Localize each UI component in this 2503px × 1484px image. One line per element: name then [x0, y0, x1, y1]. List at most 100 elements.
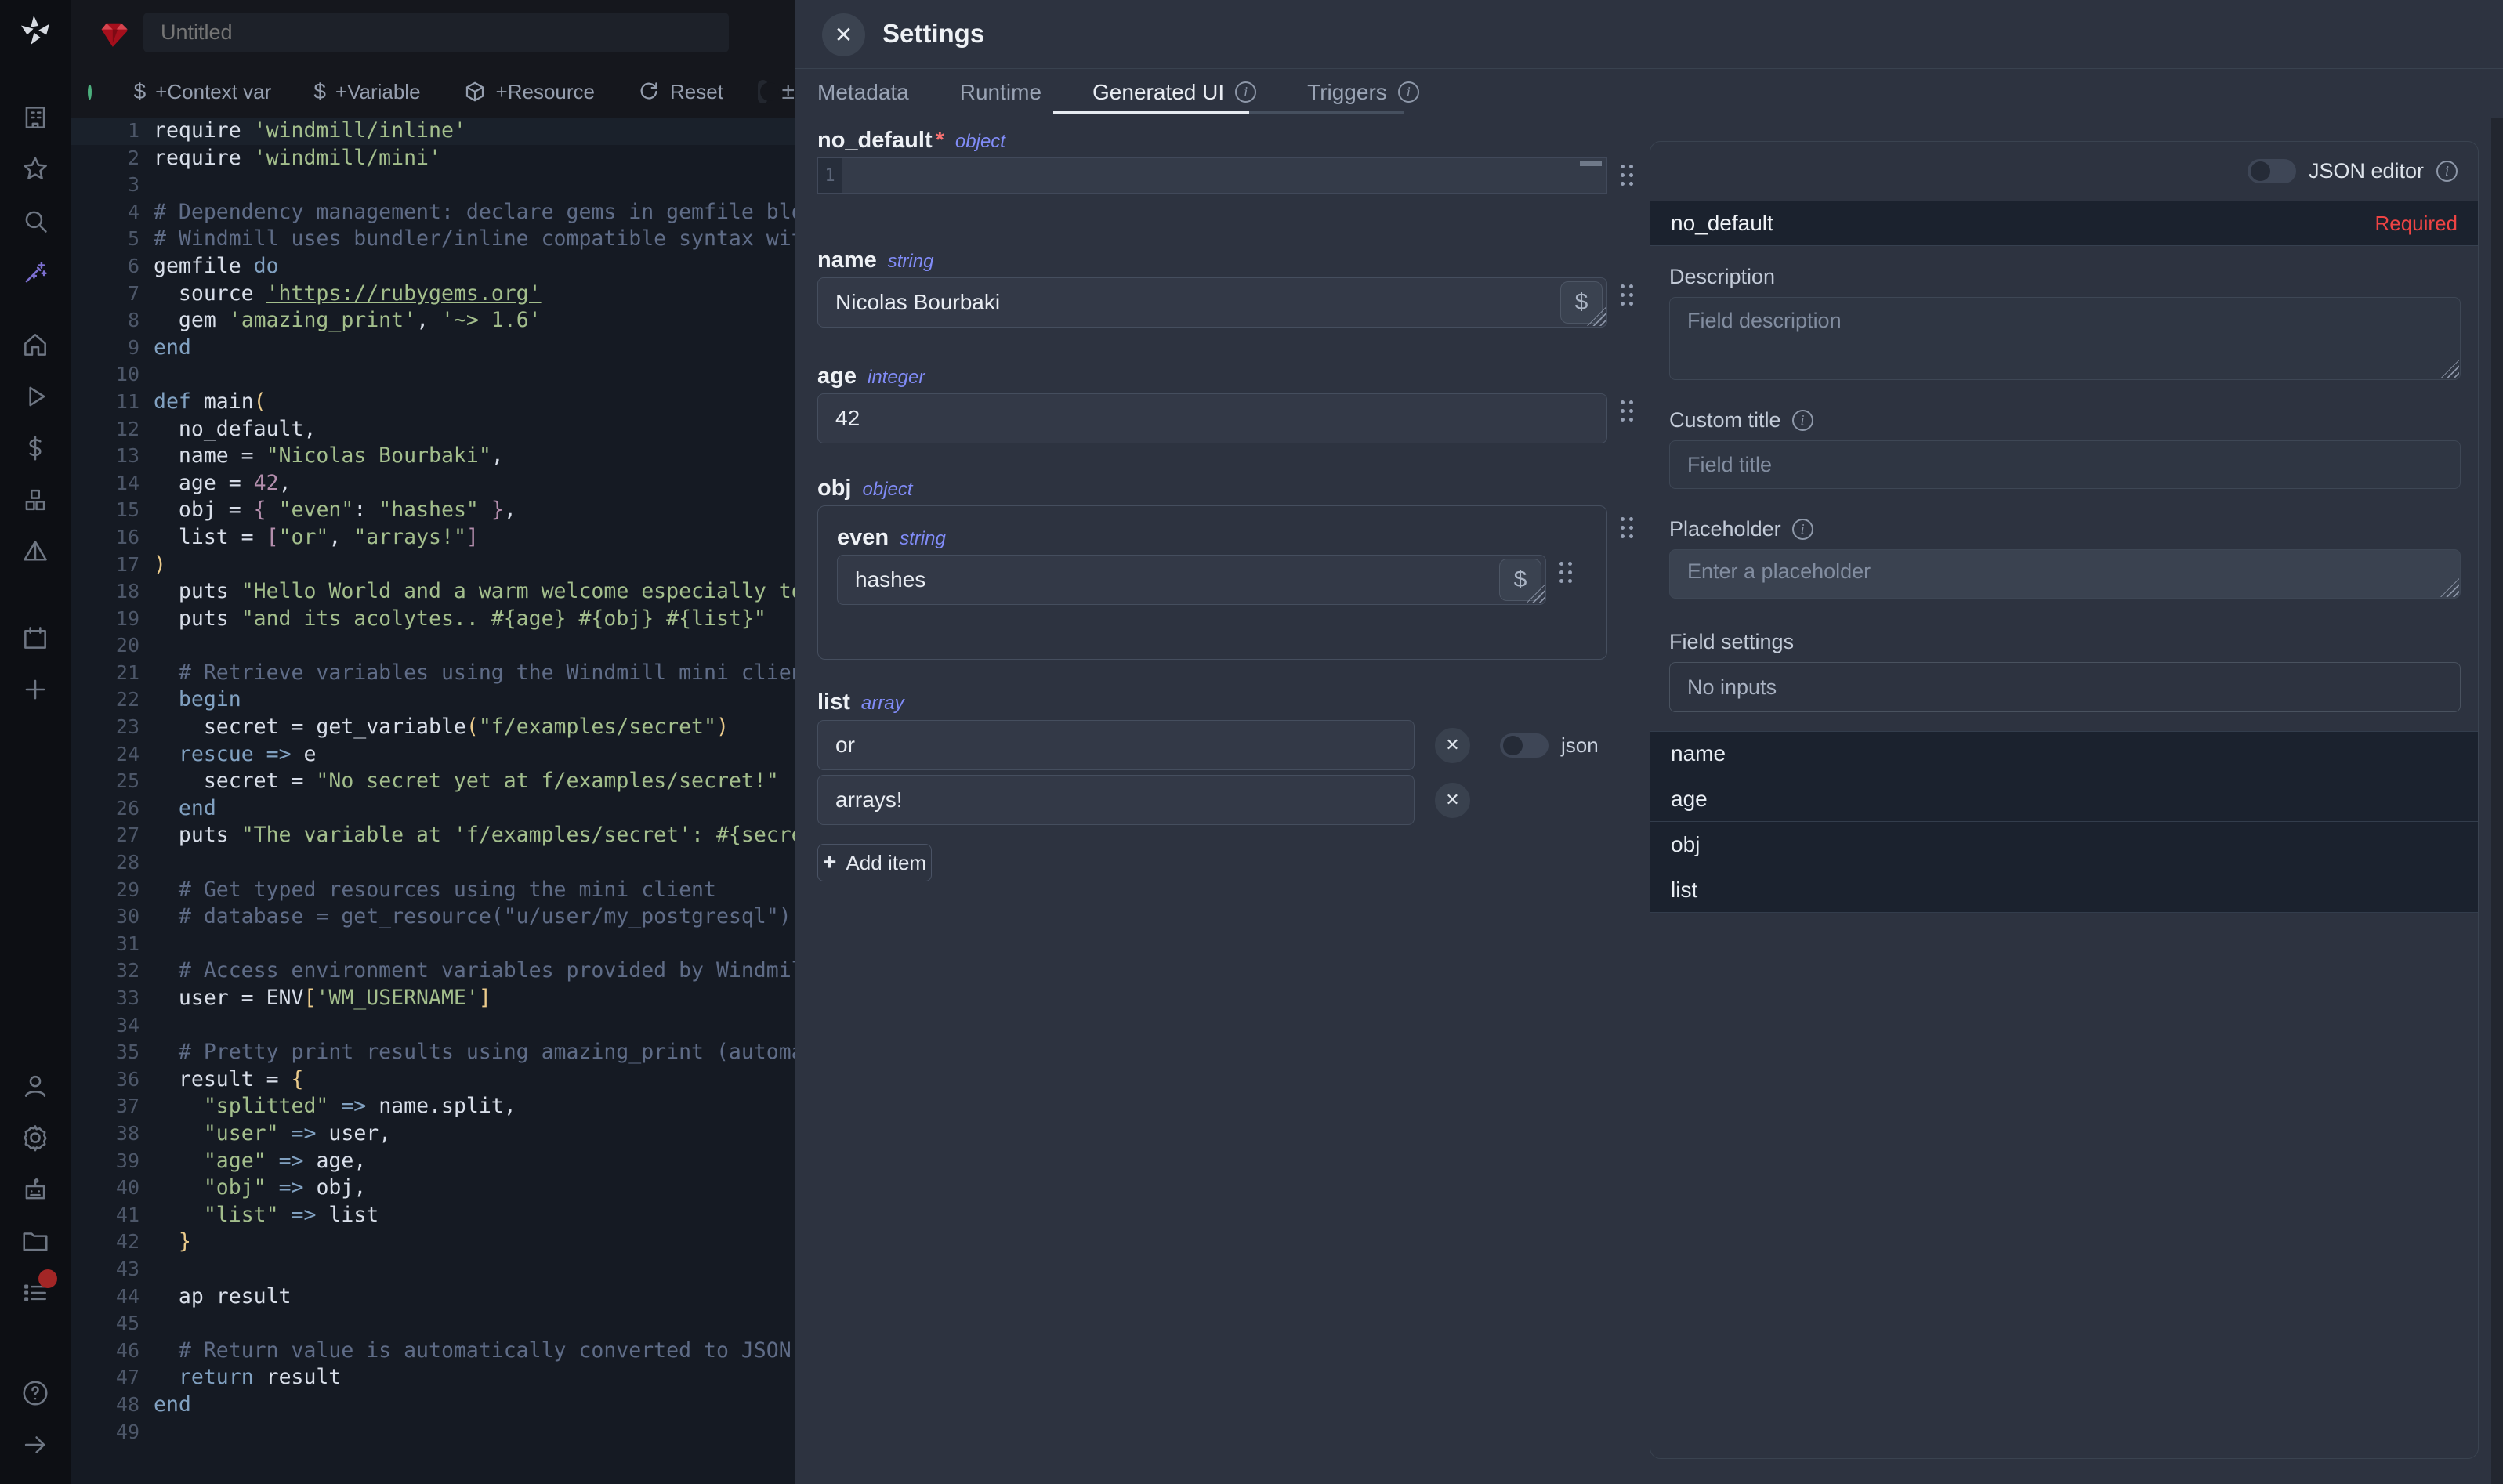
code-line[interactable]: 25 secret = "No secret yet at f/examples…	[71, 768, 795, 795]
code-line[interactable]: 11def main(	[71, 389, 795, 416]
drag-handle-icon[interactable]	[1621, 400, 1633, 432]
code-line[interactable]: 5# Windmill uses bundler/inline compatib…	[71, 226, 795, 253]
close-icon[interactable]: ✕	[822, 13, 865, 56]
code-line[interactable]: 30 # database = get_resource("u/user/my_…	[71, 903, 795, 931]
gear-icon[interactable]	[20, 1122, 51, 1153]
custom-title-input[interactable]	[1670, 441, 2460, 488]
code-editor[interactable]: 1require 'windmill/inline'2require 'wind…	[71, 118, 795, 1484]
placeholder-textarea[interactable]	[1670, 550, 2460, 598]
code-line[interactable]: 46 # Return value is automatically conve…	[71, 1337, 795, 1365]
code-line[interactable]: 26 end	[71, 795, 795, 823]
code-line[interactable]: 18 puts "Hello World and a warm welcome …	[71, 578, 795, 606]
tab-triggers[interactable]: Triggersi	[1307, 80, 1419, 105]
code-line[interactable]: 47 return result	[71, 1364, 795, 1392]
script-title-input[interactable]	[143, 13, 729, 52]
search-icon[interactable]	[20, 205, 51, 237]
code-line[interactable]: 36 result = {	[71, 1066, 795, 1094]
code-line[interactable]: 48end	[71, 1392, 795, 1419]
code-line[interactable]: 44 ap result	[71, 1283, 795, 1311]
code-line[interactable]: 42 }	[71, 1229, 795, 1256]
list-item-input[interactable]	[818, 787, 1414, 813]
code-line[interactable]: 43	[71, 1256, 795, 1283]
code-line[interactable]: 19 puts "and its acolytes.. #{age} #{obj…	[71, 606, 795, 633]
code-line[interactable]: 29 # Get typed resources using the mini …	[71, 877, 795, 904]
no-default-json-input[interactable]: 1	[817, 157, 1607, 194]
code-line[interactable]: 16 list = ["or", "arrays!"]	[71, 524, 795, 552]
user-icon[interactable]	[20, 1070, 51, 1102]
code-line[interactable]: 14 age = 42,	[71, 470, 795, 498]
selected-field-row[interactable]: no_default Required	[1650, 201, 2478, 246]
arrow-right-icon[interactable]	[20, 1429, 51, 1460]
drag-handle-icon[interactable]	[1621, 165, 1633, 196]
audit-list-icon[interactable]	[20, 1277, 51, 1308]
help-icon[interactable]	[20, 1377, 51, 1409]
code-line[interactable]: 8 gem 'amazing_print', '~> 1.6'	[71, 307, 795, 335]
code-line[interactable]: 35 # Pretty print results using amazing_…	[71, 1039, 795, 1066]
prism-icon[interactable]	[20, 536, 51, 567]
code-line[interactable]: 22 begin	[71, 686, 795, 714]
code-line[interactable]: 10	[71, 361, 795, 389]
remove-item-icon[interactable]: ✕	[1435, 728, 1470, 763]
code-line[interactable]: 13 name = "Nicolas Bourbaki",	[71, 443, 795, 470]
code-line[interactable]: 37 "splitted" => name.split,	[71, 1093, 795, 1120]
building-icon[interactable]	[20, 102, 51, 133]
remove-item-icon[interactable]: ✕	[1435, 783, 1470, 818]
age-input[interactable]	[818, 406, 1606, 431]
windmill-logo[interactable]	[17, 13, 53, 49]
code-line[interactable]: 23 secret = get_variable("f/examples/sec…	[71, 714, 795, 741]
diff-toggle[interactable]	[758, 80, 768, 103]
code-line[interactable]: 27 puts "The variable at 'f/examples/sec…	[71, 822, 795, 849]
code-line[interactable]: 49	[71, 1419, 795, 1446]
code-line[interactable]: 2require 'windmill/mini'	[71, 145, 795, 172]
cubes-icon[interactable]	[20, 484, 51, 516]
code-line[interactable]: 38 "user" => user,	[71, 1120, 795, 1148]
code-line[interactable]: 32 # Access environment variables provid…	[71, 957, 795, 985]
code-line[interactable]: 15 obj = { "even": "hashes" },	[71, 497, 795, 524]
code-line[interactable]: 12 no_default,	[71, 416, 795, 443]
code-line[interactable]: 6gemfile do	[71, 253, 795, 281]
plus-icon[interactable]	[20, 674, 51, 705]
code-line[interactable]: 3	[71, 172, 795, 199]
code-line[interactable]: 7 source 'https://rubygems.org'	[71, 281, 795, 308]
calendar-icon[interactable]	[20, 622, 51, 653]
description-textarea[interactable]	[1670, 298, 2460, 379]
play-icon[interactable]	[20, 381, 51, 412]
variable-button[interactable]: $+Variable	[313, 79, 420, 104]
info-icon[interactable]: i	[1792, 410, 1813, 431]
even-input[interactable]	[838, 567, 1499, 592]
folder-icon[interactable]	[20, 1225, 51, 1257]
code-line[interactable]: 34	[71, 1012, 795, 1040]
info-icon[interactable]: i	[1792, 519, 1813, 540]
code-line[interactable]: 9end	[71, 335, 795, 362]
field-row-list[interactable]: list	[1650, 867, 2478, 913]
code-line[interactable]: 33 user = ENV['WM_USERNAME']	[71, 985, 795, 1012]
home-icon[interactable]	[20, 329, 51, 360]
code-line[interactable]: 28	[71, 849, 795, 877]
drag-handle-icon[interactable]	[1621, 517, 1633, 548]
list-item-input[interactable]	[818, 733, 1414, 758]
field-row-age[interactable]: age	[1650, 776, 2478, 822]
json-input-scrollbar[interactable]	[1580, 161, 1602, 166]
code-line[interactable]: 40 "obj" => obj,	[71, 1175, 795, 1202]
add-item-button[interactable]: + Add item	[817, 844, 932, 881]
star-icon[interactable]	[20, 154, 51, 185]
magic-wand-icon[interactable]	[20, 257, 51, 288]
dollar-icon[interactable]	[20, 433, 51, 464]
code-line[interactable]: 17)	[71, 552, 795, 579]
drag-handle-icon[interactable]	[1559, 562, 1572, 593]
code-line[interactable]: 20	[71, 632, 795, 660]
code-line[interactable]: 31	[71, 931, 795, 958]
code-line[interactable]: 21 # Retrieve variables using the Windmi…	[71, 660, 795, 687]
field-row-obj[interactable]: obj	[1650, 822, 2478, 867]
json-editor-toggle[interactable]	[2248, 159, 2296, 183]
resource-button[interactable]: +Resource	[463, 79, 595, 104]
code-line[interactable]: 39 "age" => age,	[71, 1148, 795, 1175]
modal-scrollbar[interactable]	[2491, 118, 2503, 1484]
json-toggle[interactable]	[1500, 733, 1549, 758]
info-icon[interactable]: i	[2436, 161, 2458, 182]
drag-handle-icon[interactable]	[1621, 284, 1633, 316]
tab-generated-ui[interactable]: Generated UIi	[1092, 80, 1256, 105]
code-line[interactable]: 41 "list" => list	[71, 1202, 795, 1229]
diff-mode-icon[interactable]: ±	[782, 78, 795, 105]
code-line[interactable]: 45	[71, 1310, 795, 1337]
